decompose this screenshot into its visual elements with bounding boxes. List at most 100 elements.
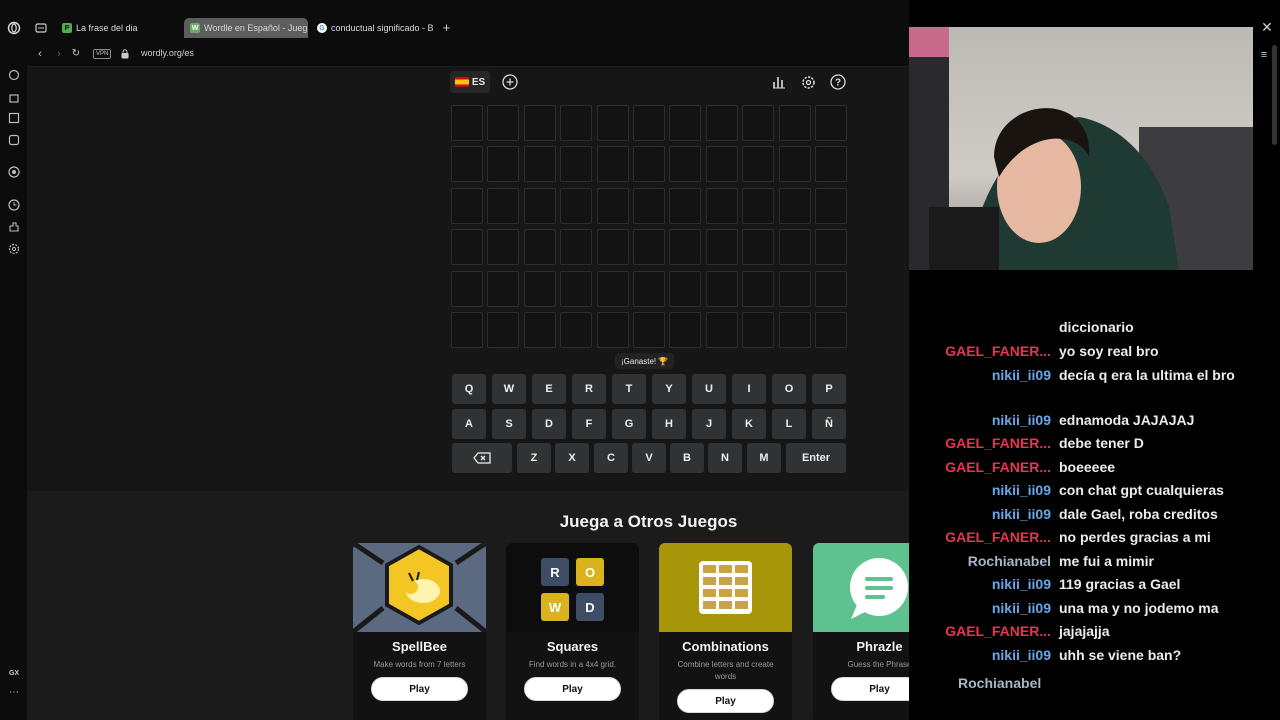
- help-question-icon[interactable]: ?: [827, 71, 849, 93]
- key-g[interactable]: G: [612, 409, 646, 439]
- chat-text: no perdes gracias a mi: [1059, 529, 1211, 545]
- tab-favicon-icon: P: [62, 23, 72, 33]
- key-b[interactable]: B: [670, 443, 704, 473]
- key-y[interactable]: Y: [652, 374, 686, 404]
- key-z[interactable]: Z: [517, 443, 551, 473]
- key-i[interactable]: I: [732, 374, 766, 404]
- board-cell: [669, 312, 702, 348]
- sidebar-twitch-icon[interactable]: [7, 111, 21, 125]
- opera-gx-logo-icon[interactable]: [6, 20, 22, 36]
- gx-label[interactable]: GX: [4, 667, 24, 679]
- sidebar-refresh-icon[interactable]: [7, 68, 21, 82]
- key-m[interactable]: M: [747, 443, 781, 473]
- key-h[interactable]: H: [652, 409, 686, 439]
- language-selector[interactable]: ES: [450, 71, 490, 93]
- enter-key[interactable]: Enter: [786, 443, 846, 473]
- chat-message: nikii_ii09 dale Gael, roba creditos: [909, 504, 1280, 525]
- key-x[interactable]: X: [555, 443, 589, 473]
- reload-icon[interactable]: ↻: [70, 47, 82, 59]
- board-cell: [523, 270, 556, 307]
- new-tab-plus-icon[interactable]: +: [440, 20, 453, 35]
- back-arrow-icon[interactable]: ‹: [34, 48, 46, 60]
- key-u[interactable]: U: [692, 374, 726, 404]
- chat-text: debe tener D: [1059, 435, 1144, 451]
- tab-conductual[interactable]: G conductual significado - B: [311, 18, 435, 38]
- board-cell: [451, 312, 483, 348]
- squares-art: R O W D: [506, 543, 639, 632]
- board-cell: [815, 229, 847, 266]
- forward-arrow-icon[interactable]: ›: [53, 48, 65, 60]
- sidebar-bag-icon[interactable]: [7, 90, 21, 104]
- board-cell: [596, 312, 629, 348]
- key-t[interactable]: T: [612, 374, 646, 404]
- tab-wordle-active[interactable]: W Wordle en Español - Jueg: [184, 18, 308, 38]
- vpn-badge[interactable]: VPN: [93, 49, 112, 59]
- tab-favicon-icon: W: [190, 23, 200, 33]
- board-cell: [669, 146, 702, 183]
- screen: P La frase del dia W Wordle en Español -…: [0, 0, 1280, 720]
- key-n[interactable]: N: [708, 443, 742, 473]
- key-w[interactable]: W: [492, 374, 526, 404]
- chat-username: nikii_ii09: [991, 412, 1051, 428]
- key-s[interactable]: S: [492, 409, 526, 439]
- board-cell: [705, 229, 738, 266]
- board-cell: [596, 270, 629, 307]
- play-button[interactable]: Play: [677, 689, 774, 713]
- sidebar-chatgpt-icon[interactable]: [7, 165, 21, 179]
- key-a[interactable]: A: [452, 409, 486, 439]
- board-cell: [596, 146, 629, 183]
- chat-message: GAEL_FANER... no perdes gracias a mi: [909, 527, 1280, 548]
- key-e[interactable]: E: [532, 374, 566, 404]
- backspace-key[interactable]: [452, 443, 512, 473]
- board-cell: [633, 312, 665, 348]
- square-tile: O: [576, 558, 604, 586]
- key-l[interactable]: L: [772, 409, 806, 439]
- key-r[interactable]: R: [572, 374, 606, 404]
- new-game-plus-icon[interactable]: [500, 71, 520, 93]
- key-j[interactable]: J: [692, 409, 726, 439]
- board-cell: [705, 312, 738, 348]
- game-card-combinations[interactable]: Combinations Combine letters and create …: [659, 543, 792, 720]
- chat-text: boeeeee: [1059, 459, 1116, 475]
- chat-text: yo soy real bro: [1059, 343, 1159, 359]
- key-q[interactable]: Q: [452, 374, 486, 404]
- chat-message: nikii_ii09 con chat gpt cualquieras: [909, 480, 1280, 501]
- menu-icon[interactable]: ≡: [1257, 48, 1271, 62]
- key-f[interactable]: F: [572, 409, 606, 439]
- key-o[interactable]: O: [772, 374, 806, 404]
- game-card-squares[interactable]: R O W D Squares Find words in a 4x4 grid…: [506, 543, 639, 720]
- game-name: Squares: [546, 639, 599, 654]
- tab-island-icon[interactable]: [34, 21, 48, 35]
- board-cell: [451, 187, 483, 224]
- settings-gear-icon[interactable]: [797, 71, 819, 93]
- sidebar-settings-gear-icon[interactable]: [7, 242, 21, 256]
- tab-title: conductual significado - B: [331, 23, 434, 33]
- chat-text: decía q era la ultima el bro: [1059, 367, 1235, 383]
- play-button[interactable]: Play: [371, 677, 468, 701]
- more-dots-icon[interactable]: ⋯: [4, 686, 24, 698]
- key-enye[interactable]: Ñ: [812, 409, 846, 439]
- board-cell: [742, 105, 775, 141]
- tab-la-frase[interactable]: P La frase del dia: [56, 18, 178, 38]
- board-cell: [669, 270, 702, 307]
- key-k[interactable]: K: [732, 409, 766, 439]
- close-icon[interactable]: ✕: [1260, 19, 1274, 35]
- key-v[interactable]: V: [632, 443, 666, 473]
- url-text[interactable]: wordly.org/es: [141, 48, 194, 58]
- sidebar-messenger-icon[interactable]: [7, 133, 21, 147]
- chat-text: jajajajja: [1059, 623, 1110, 639]
- key-p[interactable]: P: [812, 374, 846, 404]
- sidebar-history-icon[interactable]: [7, 198, 21, 212]
- sidebar-extensions-icon[interactable]: [7, 220, 21, 234]
- board-cell: [669, 229, 702, 266]
- game-card-spellbee[interactable]: SpellBee Make words from 7 letters Play: [353, 543, 486, 720]
- play-button[interactable]: Play: [524, 677, 621, 701]
- stats-chart-icon[interactable]: [768, 71, 790, 93]
- key-c[interactable]: C: [594, 443, 628, 473]
- key-d[interactable]: D: [532, 409, 566, 439]
- board-cell: [633, 105, 665, 141]
- board-cell: [778, 229, 811, 266]
- chat-message: GAEL_FANER... jajajajja: [909, 621, 1280, 642]
- board-cell: [487, 146, 520, 183]
- scrollbar[interactable]: [1272, 45, 1277, 145]
